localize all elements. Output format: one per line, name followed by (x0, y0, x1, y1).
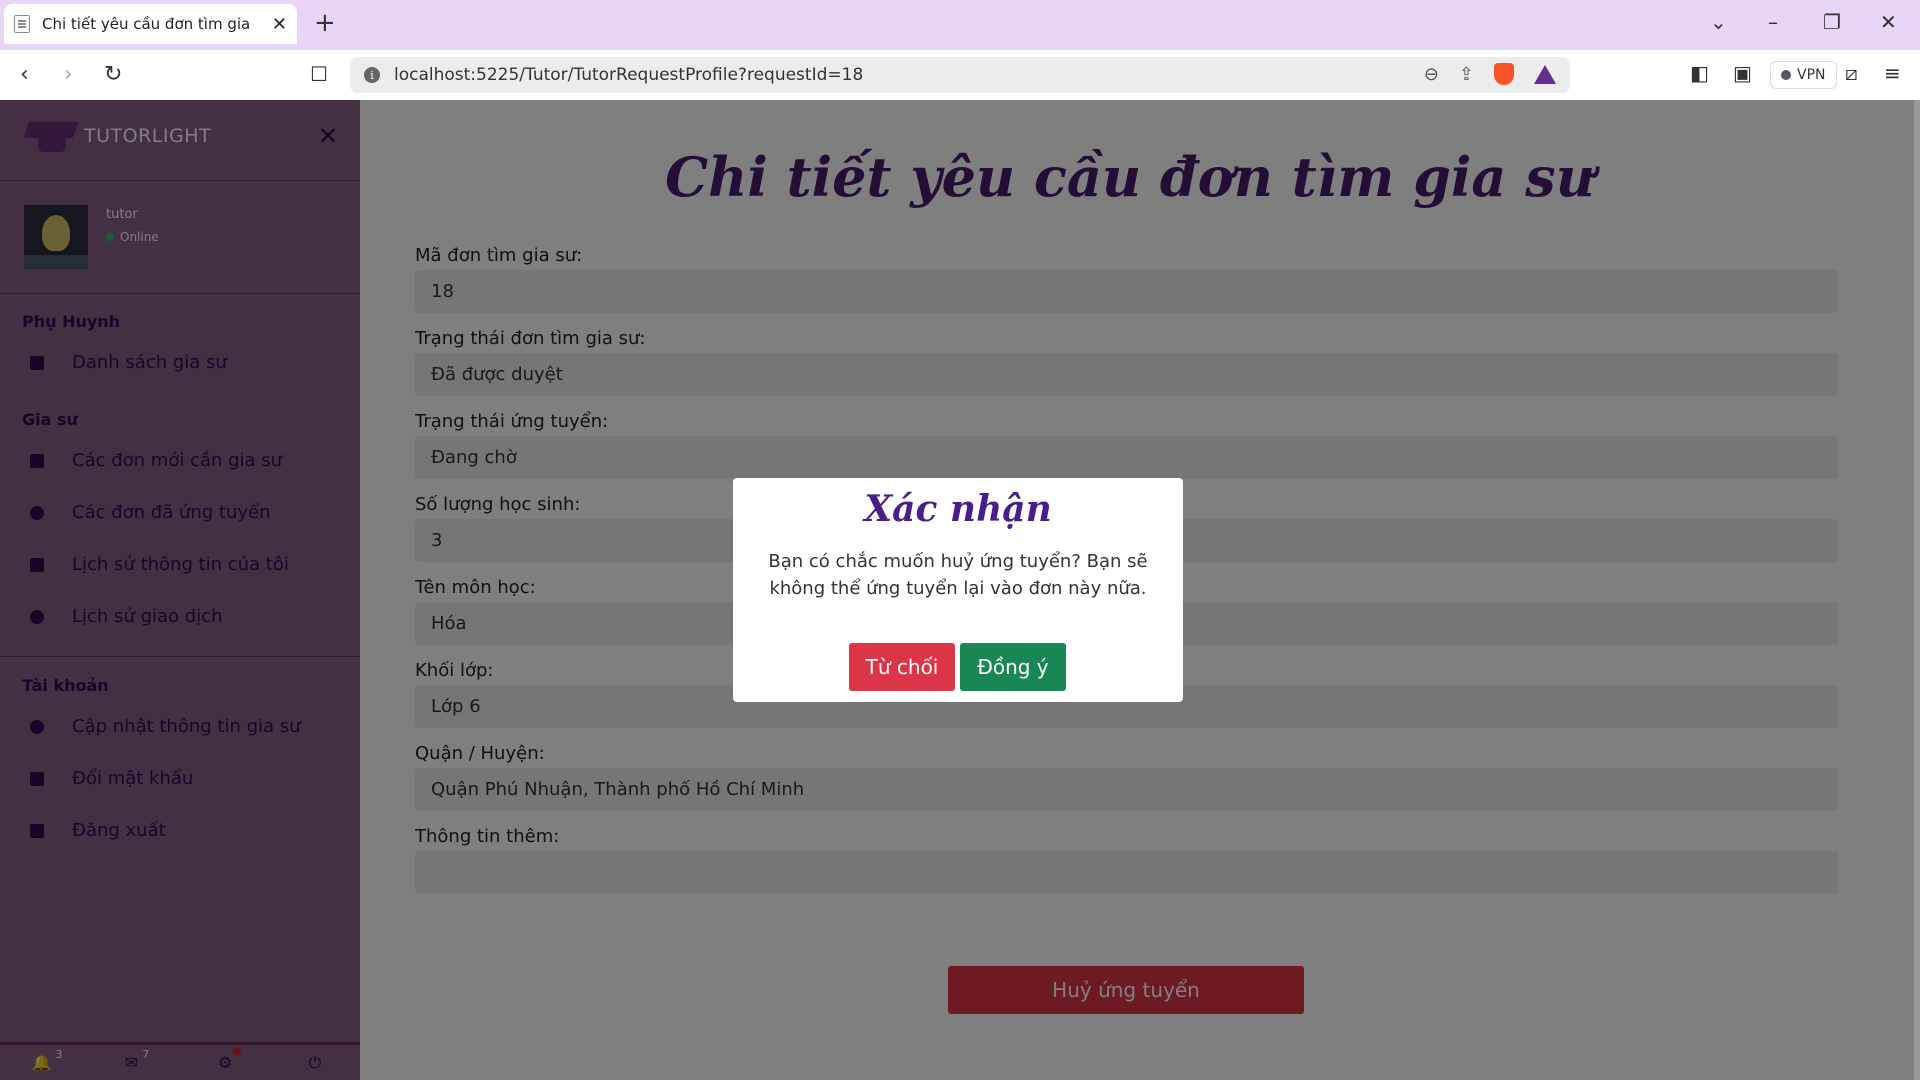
window-close-icon[interactable]: ✕ (1880, 10, 1897, 34)
new-tab-icon[interactable]: + (314, 10, 336, 36)
reload-icon[interactable]: ↻ (104, 62, 122, 87)
browser-tab-bar: Chi tiết yêu cầu đơn tìm gia sư ✕ + ⌄ – … (0, 0, 1920, 50)
brave-rewards-icon[interactable] (1534, 64, 1556, 84)
back-icon[interactable]: ‹ (20, 62, 29, 87)
forward-icon[interactable]: › (64, 62, 73, 87)
brave-shields-icon[interactable] (1494, 63, 1514, 85)
tab-search-chevron-icon[interactable]: ⌄ (1710, 10, 1727, 34)
site-info-icon[interactable]: i (364, 67, 380, 83)
tab-close-icon[interactable]: ✕ (272, 14, 287, 35)
accept-button[interactable]: Đồng ý (960, 643, 1066, 691)
tab-title: Chi tiết yêu cầu đơn tìm gia sư (42, 15, 252, 33)
page-favicon-icon (14, 15, 30, 33)
restore-icon[interactable]: ❐ (1823, 10, 1841, 34)
minimize-icon[interactable]: – (1768, 10, 1778, 34)
leo-ai-icon[interactable]: ⧄ (1845, 61, 1858, 85)
scrollbar[interactable] (1914, 100, 1920, 1080)
zoom-icon[interactable]: ⊖ (1424, 64, 1439, 85)
bookmark-icon[interactable]: ☐ (310, 62, 328, 86)
browser-tab[interactable]: Chi tiết yêu cầu đơn tìm gia sư ✕ (4, 4, 297, 44)
vpn-status-icon (1781, 70, 1791, 80)
page-content: TUTORLIGHT ✕ tutor Online Phụ Huynh Danh… (0, 100, 1920, 1080)
sidebar-toggle-icon[interactable]: ◧ (1690, 61, 1709, 85)
url-text: localhost:5225/Tutor/TutorRequestProfile… (394, 65, 864, 85)
dialog-title: Xác nhận (864, 488, 1052, 530)
confirm-dialog: Xác nhận Bạn có chắc muốn huỷ ứng tuyển?… (733, 478, 1183, 702)
address-bar[interactable]: i localhost:5225/Tutor/TutorRequestProfi… (350, 57, 1570, 93)
vpn-button[interactable]: VPN (1770, 61, 1837, 89)
share-icon[interactable]: ⇪ (1459, 64, 1474, 85)
vpn-label: VPN (1797, 67, 1826, 83)
menu-icon[interactable]: ≡ (1884, 61, 1901, 85)
browser-toolbar: ‹ › ↻ ☐ i localhost:5225/Tutor/TutorRequ… (0, 50, 1920, 100)
reject-button[interactable]: Từ chối (849, 643, 955, 691)
dialog-message: Bạn có chắc muốn huỷ ứng tuyển? Bạn sẽ k… (768, 551, 1148, 599)
wallet-icon[interactable]: ▣ (1733, 61, 1752, 85)
